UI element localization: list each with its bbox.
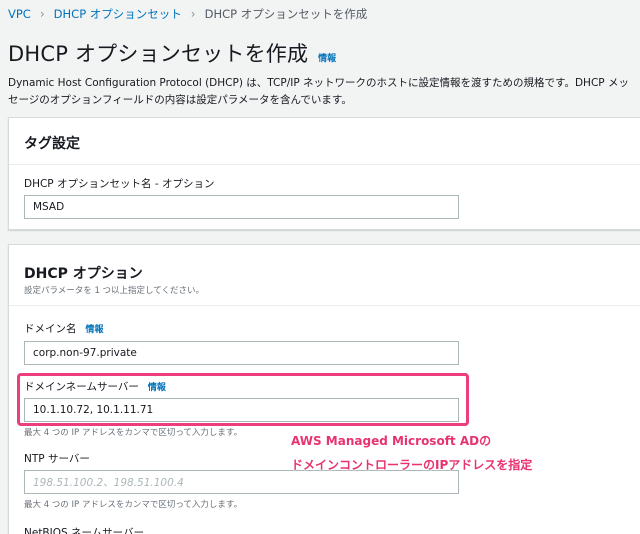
dns-servers-hint: 最大 4 つの IP アドレスをカンマで区切って入力します。 [24,428,243,438]
dhcp-options-title: DHCP オプション [24,266,143,282]
domain-name-label: ドメイン名 [24,323,77,335]
breadcrumb-dhcp-options-link[interactable]: DHCP オプションセット [54,6,182,22]
dhcp-options-subtitle: 設定パラメータを 1 つ以上指定してください。 [24,286,205,296]
netbios-servers-label: NetBIOS ネームサーバー [24,527,145,534]
ntp-servers-hint: 最大 4 つの IP アドレスをカンマで区切って入力します。 [24,500,243,510]
domain-name-input[interactable]: corp.non-97.private [24,341,459,365]
page-info-link[interactable]: 情報 [318,51,336,64]
page-description: Dynamic Host Configuration Protocol (DHC… [8,77,629,106]
domain-name-info-link[interactable]: 情報 [86,322,104,335]
domain-name-label-row: ドメイン名 情報 [24,321,104,336]
dns-servers-highlight [17,373,469,426]
ntp-servers-input[interactable]: 198.51.100.2、198.51.100.4 [24,470,459,494]
chevron-right-icon: › [190,7,196,21]
breadcrumb-vpc-link[interactable]: VPC [8,7,31,21]
ntp-servers-label: NTP サーバー [24,453,90,465]
breadcrumb: VPC › DHCP オプションセット › DHCP オプションセットを作成 [8,6,367,22]
annotation-line-1: AWS Managed Microsoft ADの [291,434,492,448]
tag-settings-title: タグ設定 [24,136,80,152]
chevron-right-icon: › [39,7,45,21]
option-set-name-input[interactable]: MSAD [24,195,459,219]
breadcrumb-current: DHCP オプションセットを作成 [204,7,368,21]
page-header: DHCP オプションセットを作成 情報 [8,38,336,68]
annotation-line-2: ドメインコントローラーのIPアドレスを指定 [291,458,533,472]
tag-settings-panel: タグ設定 DHCP オプションセット名 - オプション MSAD [8,117,640,230]
dhcp-options-header: DHCP オプション 設定パラメータを 1 つ以上指定してください。 [9,245,640,306]
page-title: DHCP オプションセットを作成 [8,42,309,66]
option-set-name-label: DHCP オプションセット名 - オプション [24,178,215,190]
tag-settings-header: タグ設定 [9,118,640,165]
